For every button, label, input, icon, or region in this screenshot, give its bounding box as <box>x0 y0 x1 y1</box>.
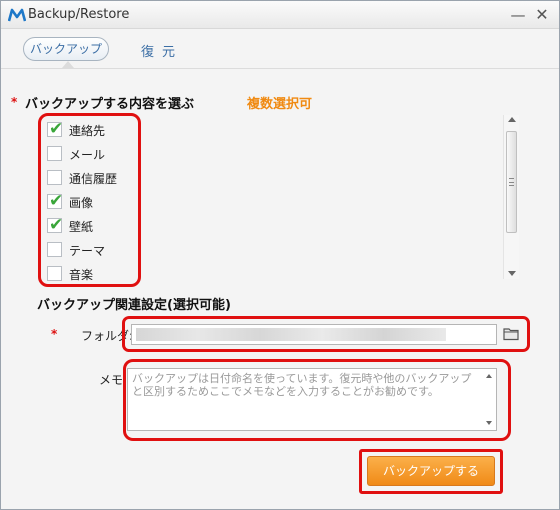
scroll-up-arrow-icon[interactable] <box>508 117 516 122</box>
scroll-down-arrow-icon[interactable] <box>508 271 516 276</box>
checklist-scrollbar[interactable] <box>503 115 519 279</box>
annotation-highlight-button <box>359 449 503 494</box>
title-bar: Backup/Restore — ✕ <box>1 1 559 29</box>
required-mark: * <box>11 95 18 109</box>
minimize-button[interactable]: — <box>508 5 528 25</box>
annotation-highlight-checklist <box>38 113 141 287</box>
grip-icon <box>509 178 514 186</box>
tab-backup[interactable]: バックアップ <box>23 37 109 61</box>
tab-bar: バックアップ 復元 <box>1 29 559 69</box>
close-button[interactable]: ✕ <box>532 5 552 25</box>
app-logo-icon <box>8 8 26 22</box>
window-title: Backup/Restore <box>28 7 130 22</box>
tab-restore[interactable]: 復元 <box>141 41 183 60</box>
annotation-highlight-folder <box>122 316 530 352</box>
required-mark: * <box>51 327 58 341</box>
scrollbar-thumb[interactable] <box>506 131 517 233</box>
annotation-highlight-memo <box>123 359 511 441</box>
active-tab-pointer <box>62 61 74 68</box>
backup-restore-window: Backup/Restore — ✕ バックアップ 復元 * バックアップする内… <box>0 0 560 510</box>
settings-section-title: バックアップ関連設定(選択可能) <box>37 298 231 313</box>
